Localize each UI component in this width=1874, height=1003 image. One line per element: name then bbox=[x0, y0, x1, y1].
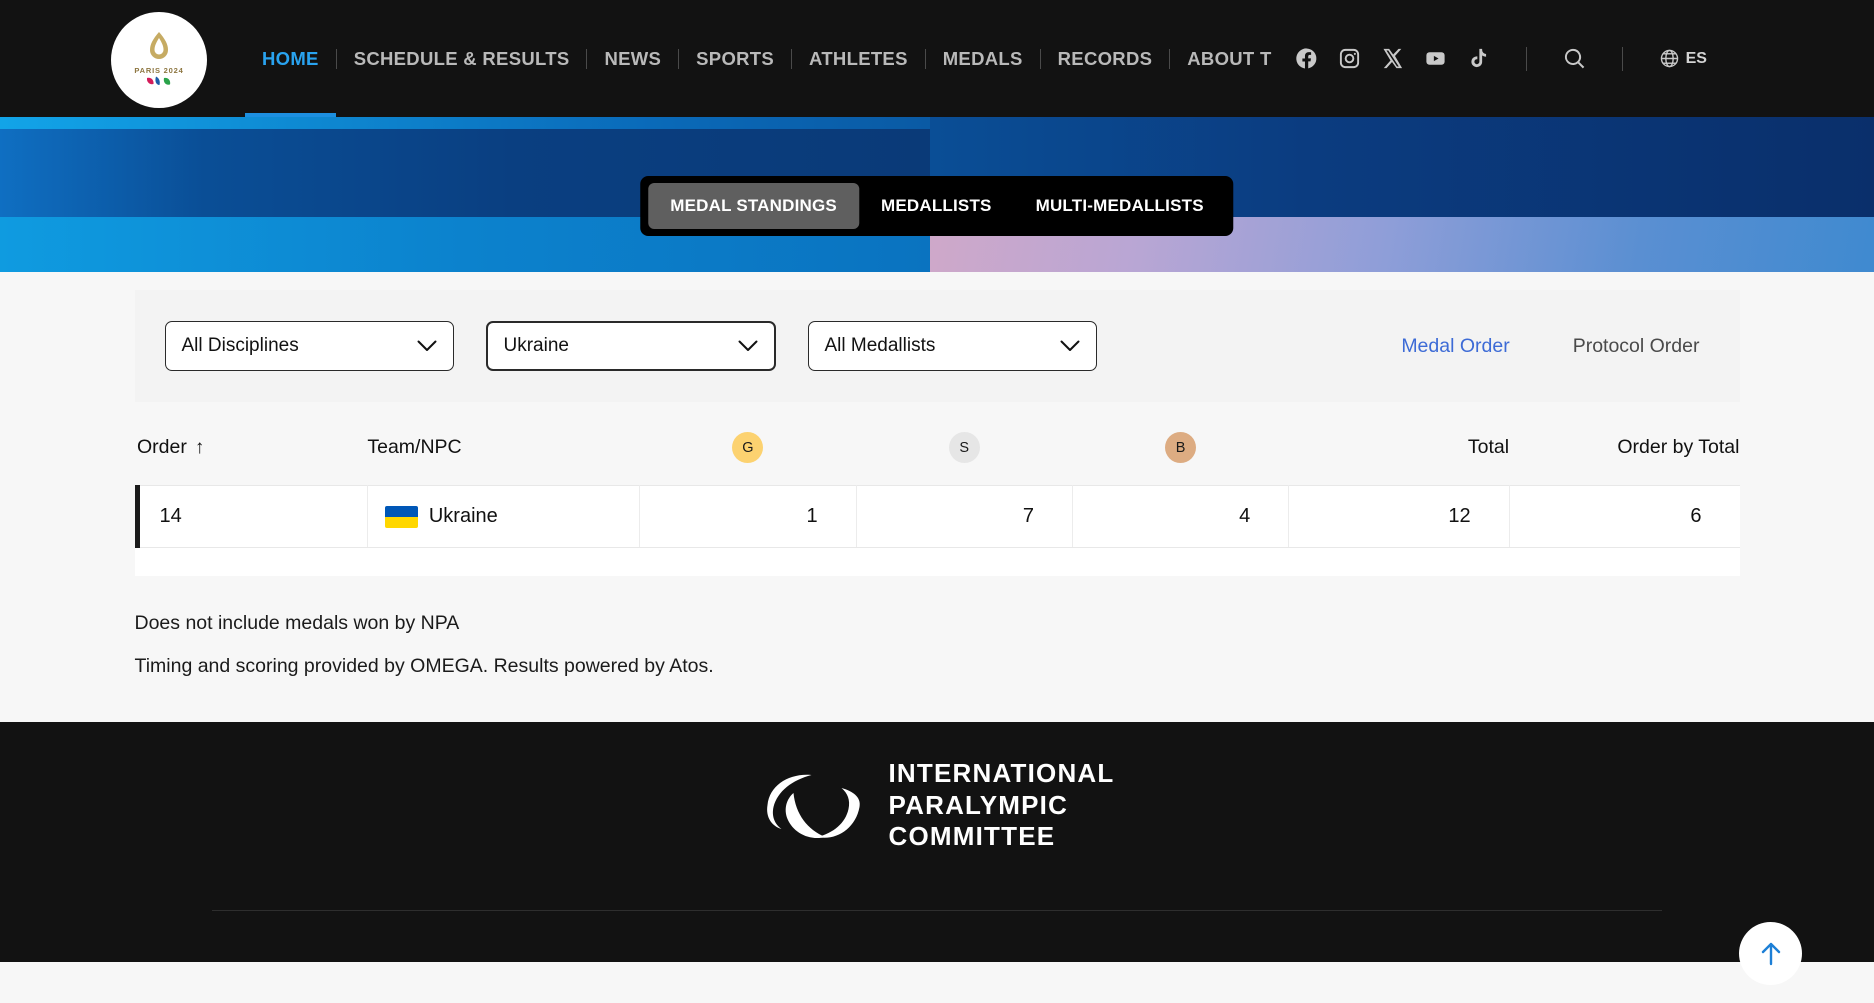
npc-select-value: Ukraine bbox=[503, 335, 569, 356]
scroll-to-top-button[interactable] bbox=[1739, 922, 1802, 985]
cell-team-label: Ukraine bbox=[428, 505, 498, 527]
nav-divider bbox=[1525, 46, 1527, 71]
language-label: ES bbox=[1685, 49, 1707, 67]
ipc-logo-text: INTERNATIONAL PARALYMPIC COMMITTEE bbox=[889, 758, 1115, 853]
column-header-bronze[interactable]: B bbox=[1072, 418, 1288, 486]
logo-caption: PARIS 2024 bbox=[134, 65, 184, 75]
chevron-down-icon bbox=[712, 340, 758, 352]
ipc-logo[interactable]: INTERNATIONAL PARALYMPIC COMMITTEE bbox=[760, 758, 1115, 853]
ipc-name-line-2: PARALYMPIC bbox=[888, 789, 1069, 820]
main-navigation: HOME SCHEDULE & RESULTS NEWS SPORTS ATHL… bbox=[245, 0, 1707, 117]
column-header-gold[interactable]: G bbox=[640, 418, 856, 486]
site-footer: INTERNATIONAL PARALYMPIC COMMITTEE bbox=[0, 722, 1874, 962]
medal-standings-table-wrap: Order ↑ Team/NPC G S B Total Order by Tot… bbox=[134, 402, 1740, 576]
flame-icon bbox=[150, 31, 168, 59]
facebook-icon[interactable] bbox=[1295, 47, 1318, 70]
gold-medal-badge: G bbox=[732, 432, 764, 463]
table-notes: Does not include medals won by NPA Timin… bbox=[135, 576, 1740, 722]
tab-multi-medallists[interactable]: MULTI-MEDALLISTS bbox=[1014, 183, 1226, 229]
youtube-icon[interactable] bbox=[1424, 47, 1447, 70]
table-header: Order ↑ Team/NPC G S B Total Order by Tot… bbox=[137, 418, 1740, 486]
table-row[interactable]: 14 Ukraine 1 7 4 12 6 bbox=[134, 485, 1740, 548]
table-bottom-spacer bbox=[134, 548, 1740, 576]
cell-total: 12 bbox=[1288, 485, 1510, 548]
table-header-row: Order ↑ Team/NPC G S B Total Order by Tot… bbox=[137, 418, 1740, 486]
instagram-icon[interactable] bbox=[1338, 47, 1361, 70]
nav-divider bbox=[1621, 46, 1623, 71]
agitos-icon bbox=[146, 76, 171, 85]
column-header-total[interactable]: Total bbox=[1289, 418, 1509, 486]
main-content: All Disciplines Ukraine All Medallists M… bbox=[0, 290, 1874, 722]
note-timing-provider: Timing and scoring provided by OMEGA. Re… bbox=[134, 655, 714, 677]
globe-icon bbox=[1660, 49, 1678, 68]
protocol-order-link[interactable]: Protocol Order bbox=[1573, 335, 1700, 358]
nav-item-athletes[interactable]: ATHLETES bbox=[792, 0, 925, 117]
cell-gold: 1 bbox=[639, 485, 857, 548]
discipline-select-value: All Disciplines bbox=[181, 335, 299, 356]
chevron-down-icon bbox=[1034, 340, 1080, 352]
cell-silver: 7 bbox=[856, 485, 1073, 548]
table-body: 14 Ukraine 1 7 4 12 6 bbox=[134, 485, 1740, 548]
tab-medallists[interactable]: MEDALLISTS bbox=[859, 183, 1014, 229]
medallists-select-value: All Medallists bbox=[824, 335, 936, 356]
medal-order-link[interactable]: Medal Order bbox=[1401, 335, 1509, 358]
search-icon[interactable] bbox=[1563, 47, 1586, 70]
note-npa: Does not include medals won by NPA bbox=[134, 612, 460, 634]
paris-2024-logo[interactable]: PARIS 2024 bbox=[111, 12, 207, 108]
language-selector[interactable]: ES bbox=[1659, 48, 1707, 69]
ipc-agitos-logo-icon bbox=[767, 774, 860, 838]
nav-item-about[interactable]: ABOUT T bbox=[1170, 0, 1288, 117]
column-header-team[interactable]: Team/NPC bbox=[367, 418, 639, 486]
nav-item-records[interactable]: RECORDS bbox=[1041, 0, 1170, 117]
arrow-up-icon bbox=[1761, 942, 1780, 965]
ipc-name-line-1: INTERNATIONAL bbox=[888, 758, 1115, 788]
chevron-down-icon bbox=[391, 340, 437, 352]
medal-standings-table: Order ↑ Team/NPC G S B Total Order by Tot… bbox=[134, 418, 1740, 548]
nav-item-sports[interactable]: SPORTS bbox=[679, 0, 791, 117]
ukraine-flag-icon bbox=[384, 505, 418, 528]
social-links: ES bbox=[1295, 46, 1707, 71]
x-twitter-icon[interactable] bbox=[1381, 47, 1404, 70]
npc-select[interactable]: Ukraine bbox=[485, 321, 776, 371]
nav-item-medals[interactable]: MEDALS bbox=[926, 0, 1040, 117]
cell-order: 14 bbox=[134, 485, 368, 548]
nav-item-news[interactable]: NEWS bbox=[587, 0, 678, 117]
cell-team: Ukraine bbox=[367, 485, 641, 548]
site-header: PARIS 2024 HOME SCHEDULE & RESULTS NEWS … bbox=[0, 0, 1874, 117]
column-header-order-label: Order bbox=[137, 436, 187, 458]
bronze-medal-badge: B bbox=[1165, 432, 1197, 463]
cell-order-by-total: 6 bbox=[1509, 485, 1740, 548]
medals-tab-bar: MEDAL STANDINGS MEDALLISTS MULTI-MEDALLI… bbox=[640, 176, 1234, 236]
silver-medal-badge: S bbox=[948, 432, 980, 463]
sort-ascending-icon: ↑ bbox=[194, 437, 205, 458]
tiktok-icon[interactable] bbox=[1467, 47, 1490, 70]
nav-item-home[interactable]: HOME bbox=[245, 0, 336, 117]
column-header-silver[interactable]: S bbox=[856, 418, 1072, 486]
column-header-order-by-total[interactable]: Order by Total bbox=[1509, 418, 1739, 486]
filter-bar: All Disciplines Ukraine All Medallists M… bbox=[134, 290, 1740, 402]
ipc-name-line-3: COMMITTEE bbox=[888, 821, 1056, 852]
cell-bronze: 4 bbox=[1072, 485, 1290, 548]
order-toggle: Medal Order Protocol Order bbox=[1401, 335, 1709, 358]
column-header-order[interactable]: Order ↑ bbox=[137, 418, 367, 486]
nav-item-schedule-results[interactable]: SCHEDULE & RESULTS bbox=[337, 0, 587, 117]
tab-medal-standings[interactable]: MEDAL STANDINGS bbox=[648, 183, 859, 229]
hero-strip-top-left bbox=[0, 117, 930, 129]
footer-divider bbox=[212, 910, 1662, 911]
discipline-select[interactable]: All Disciplines bbox=[164, 321, 454, 371]
medallists-select[interactable]: All Medallists bbox=[807, 321, 1097, 371]
